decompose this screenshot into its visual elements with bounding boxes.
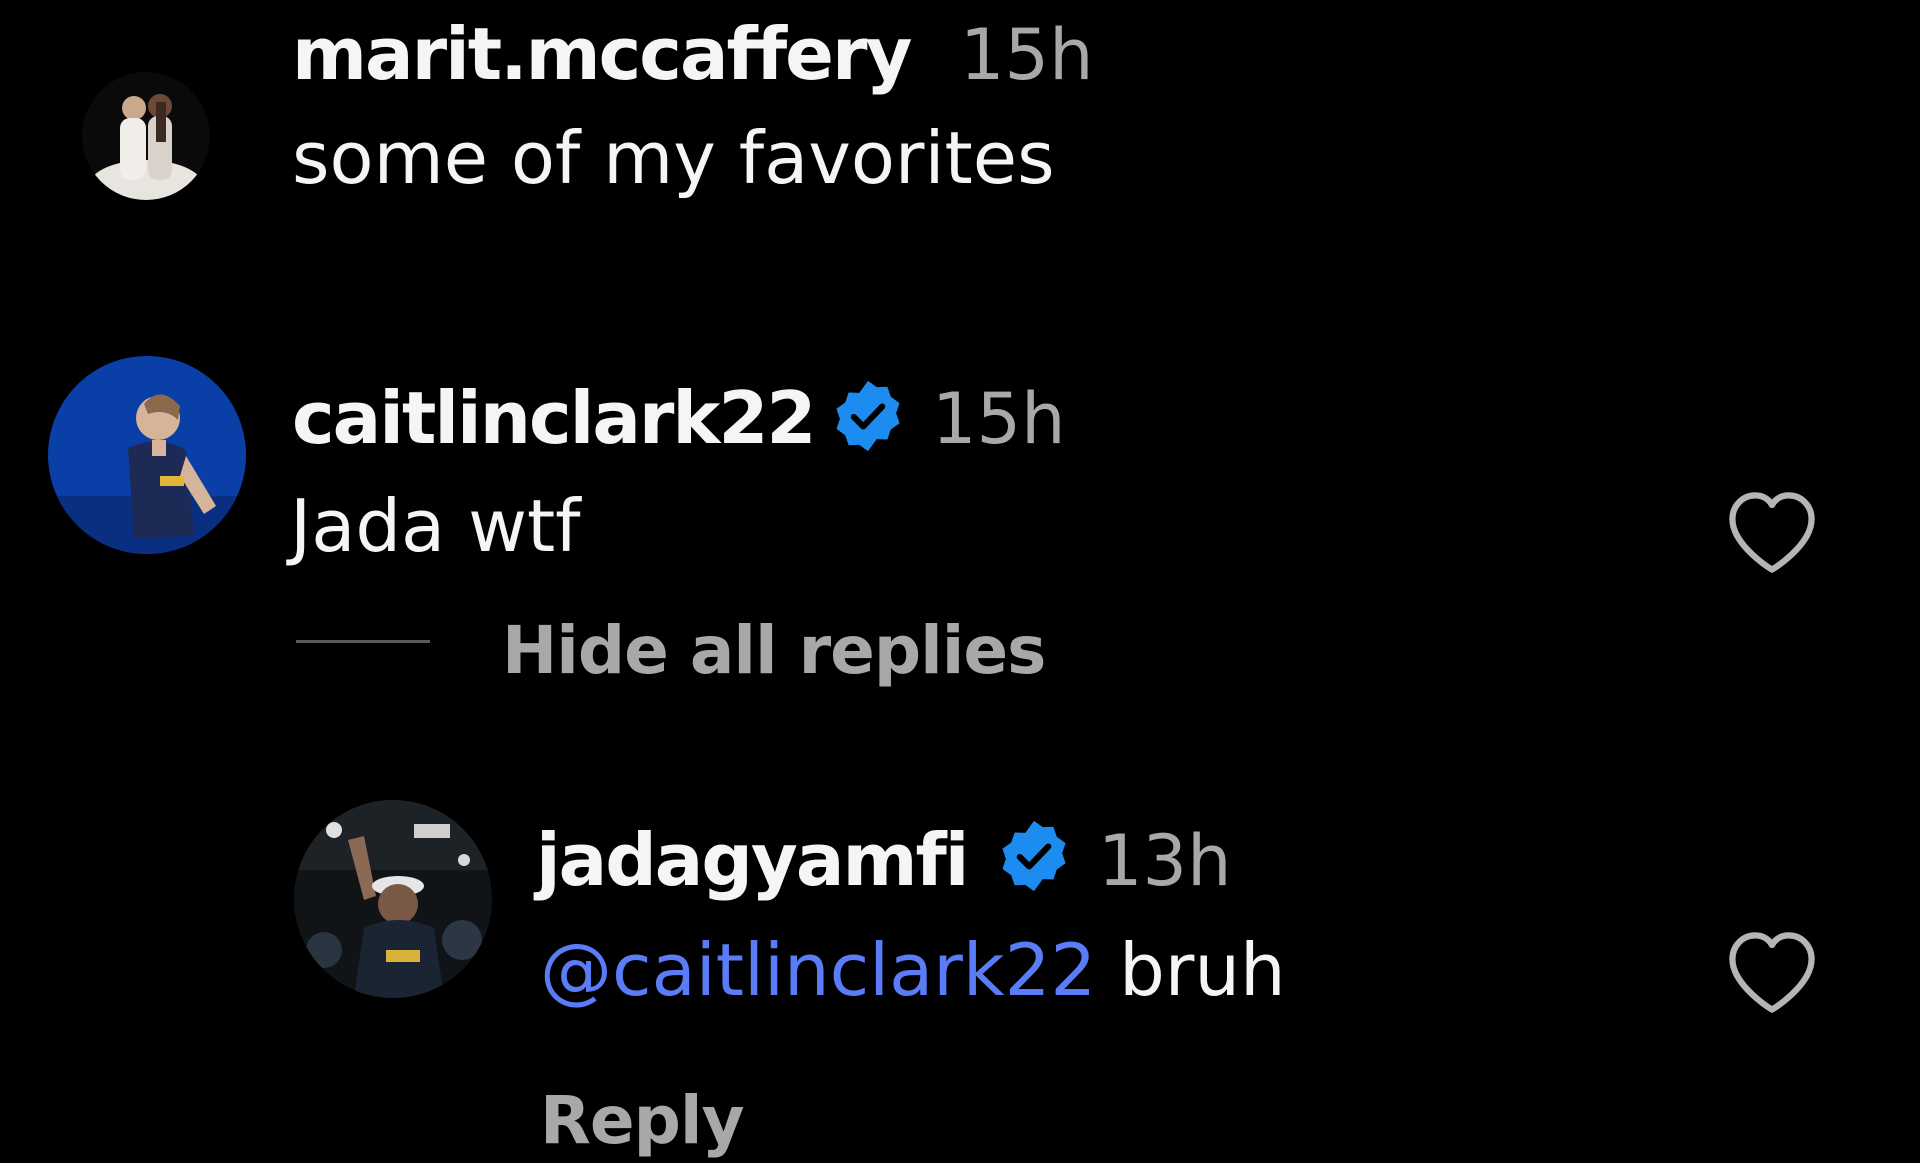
reply-username[interactable]: jadagyamfi bbox=[536, 824, 969, 896]
avatar-marit-mccaffery[interactable] bbox=[82, 72, 210, 200]
mention-link[interactable]: @caitlinclark22 bbox=[540, 928, 1096, 1012]
hide-replies-button[interactable]: Hide all replies bbox=[502, 618, 1046, 684]
heart-outline-icon[interactable] bbox=[1722, 484, 1822, 576]
comment-username[interactable]: caitlinclark22 bbox=[292, 382, 817, 454]
avatar-caitlinclark22[interactable] bbox=[48, 356, 246, 554]
comment-time: 15h bbox=[932, 378, 1066, 460]
comment-time: 15h bbox=[960, 14, 1094, 96]
avatar-image bbox=[82, 72, 210, 200]
reply-button[interactable]: Reply bbox=[540, 1088, 744, 1154]
reply-text: @caitlinclark22 bruh bbox=[540, 934, 1286, 1006]
comment-username[interactable]: marit.mccaffery bbox=[292, 18, 912, 90]
verified-badge-icon bbox=[996, 818, 1072, 894]
heart-outline-icon[interactable] bbox=[1722, 924, 1822, 1016]
avatar-image bbox=[294, 800, 492, 998]
replies-divider bbox=[296, 640, 430, 643]
reply-message: bruh bbox=[1096, 928, 1286, 1012]
avatar-jadagyamfi[interactable] bbox=[294, 800, 492, 998]
comment-text: some of my favorites bbox=[292, 116, 1055, 200]
comment-text: Jada wtf bbox=[290, 484, 581, 568]
reply-time: 13h bbox=[1098, 820, 1232, 902]
verified-badge-icon bbox=[830, 378, 906, 454]
avatar-image bbox=[48, 356, 246, 554]
